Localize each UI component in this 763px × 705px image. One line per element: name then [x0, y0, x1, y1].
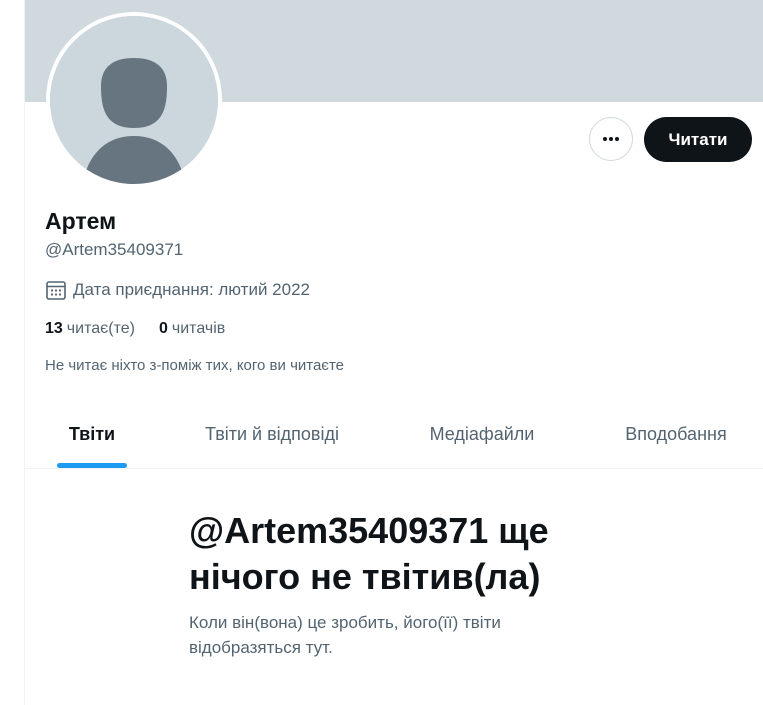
- followers-you-know-note: Не читає ніхто з-поміж тих, кого ви чита…: [45, 357, 345, 374]
- display-name: Артем: [45, 208, 117, 234]
- avatar[interactable]: [46, 12, 222, 188]
- profile-page: Читати Артем @Artem35409371 Дата приєдна…: [0, 0, 763, 705]
- following-label: читає(те): [66, 320, 135, 337]
- default-avatar-icon: [50, 16, 218, 184]
- follow-stats: 13 читає(те) 0 читачів: [45, 320, 225, 338]
- profile-tabs: Твіти Твіти й відповіді Медіафайли Вподо…: [25, 400, 763, 469]
- following-count: 13: [45, 320, 63, 337]
- followers-link[interactable]: 0 читачів: [159, 320, 225, 338]
- tab-label: Медіафайли: [429, 423, 535, 444]
- more-dots-icon: [603, 137, 619, 141]
- empty-state-title: @Artem35409371 ще нічого не твітив(ла): [189, 510, 549, 597]
- active-tab-indicator: [57, 463, 127, 468]
- followers-count: 0: [158, 320, 168, 337]
- calendar-icon: [45, 279, 67, 301]
- join-date: Дата приєднання: лютий 2022: [73, 280, 311, 299]
- tab-label: Твіти: [68, 423, 116, 444]
- tab-media[interactable]: Медіафайли: [385, 400, 579, 468]
- join-date-row: Дата приєднання: лютий 2022: [45, 279, 310, 301]
- tab-likes[interactable]: Вподобання: [579, 400, 763, 468]
- handle: @Artem35409371: [45, 240, 184, 259]
- tab-tweets-and-replies[interactable]: Твіти й відповіді: [159, 400, 385, 468]
- followers-label: читачів: [171, 320, 226, 337]
- column-divider: [24, 0, 25, 705]
- tab-tweets[interactable]: Твіти: [25, 400, 159, 468]
- following-link[interactable]: 13 читає(те): [45, 320, 135, 338]
- tab-label: Твіти й відповіді: [204, 423, 339, 444]
- tab-label: Вподобання: [625, 423, 727, 444]
- empty-state-subtitle: Коли він(вона) це зробить, його(її) твіт…: [189, 613, 501, 657]
- follow-button[interactable]: Читати: [644, 117, 752, 162]
- more-options-button[interactable]: [589, 117, 633, 161]
